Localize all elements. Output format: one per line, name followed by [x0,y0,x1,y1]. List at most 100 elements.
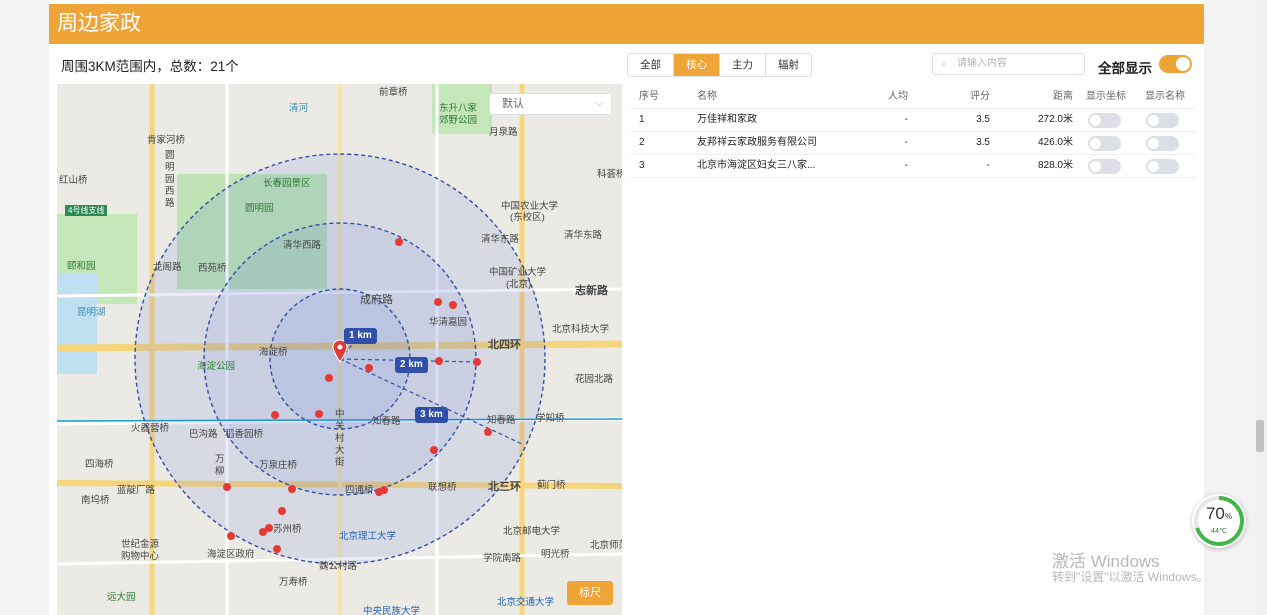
map-label: 科荟桥 [597,169,622,180]
map-label: (北京) [506,279,532,290]
map-label: 北京交通大学 [497,597,555,608]
map-label: 四海桥 [85,459,114,470]
summary-text: 周围3KM范围内，总数：21个 [61,59,239,74]
map-label: 北四环 [488,339,521,351]
map-label: 圆明园西路 [165,150,175,209]
page-title: 周边家政 [49,4,1204,44]
map-label: 学院南路 [483,553,522,564]
poi-marker[interactable] [430,446,438,454]
tab-all[interactable]: 全部 [628,54,674,76]
poi-marker[interactable] [473,358,481,366]
scale-button[interactable]: 标尺 [567,581,613,605]
row-no: 3 [639,160,645,171]
map-view[interactable]: 清河 前章桥 东升八家 郊野公园 月泉路 肯家河桥 圆明园西路 长春园景区 圆明… [57,84,622,615]
poi-marker[interactable] [484,428,492,436]
ring-label-2km: 2 km [395,357,428,373]
poi-marker[interactable] [395,238,403,246]
poi-marker[interactable] [449,301,457,309]
table-row[interactable]: 2 友邦祥云家政服务有限公司 - 3.5 426.0米 [630,132,1195,155]
poi-marker[interactable] [273,545,281,553]
map-label: 北京师范 [590,540,622,551]
header-no: 序号 [639,91,659,102]
map-label: (东校区) [510,212,545,223]
header-name: 名称 [697,91,717,102]
map-label: 远大园 [107,592,136,603]
map-label: 海淀公园 [197,361,236,372]
map-label: 知春路 [487,415,516,426]
search-input[interactable]: ⌕ 请输入内容 [932,53,1085,75]
poi-marker[interactable] [315,410,323,418]
map-label: 魏公村路 [319,561,358,572]
row-no: 2 [639,137,645,148]
poi-marker[interactable] [223,483,231,491]
ring-label-1km: 1 km [344,328,377,344]
map-label: 志新路 [575,285,608,297]
poi-marker[interactable] [278,507,286,515]
show-all-toggle[interactable] [1159,55,1192,73]
map-label: 清华东路 [481,234,520,245]
map-label: 圆明园 [245,203,274,214]
row-distance: 272.0米 [1037,114,1073,125]
table-row[interactable]: 3 北京市海淀区妇女三八家... - - 828.0米 [630,155,1195,178]
map-label: 万寿桥 [279,577,308,588]
scrollbar-thumb[interactable] [1256,420,1264,452]
page-panel: 周边家政 周围3KM范围内，总数：21个 清河 前章桥 东升八家 郊野公园 月泉… [49,0,1204,615]
tab-main[interactable]: 主力 [720,54,766,76]
map-label: 海淀区政府 [207,549,255,560]
map-label: 南坞桥 [81,495,110,506]
header-avg: 人均 [888,91,908,102]
show-coord-toggle[interactable] [1088,113,1121,128]
map-label: 郊野公园 [439,115,478,126]
row-score: 3.5 [976,114,990,125]
page-scrollbar[interactable] [1253,0,1267,615]
tab-core[interactable]: 核心 [674,54,720,76]
show-coord-toggle[interactable] [1088,136,1121,151]
map-label: 西苑桥 [198,263,227,274]
map-label: 万柳 [215,454,225,477]
map-label: 北京科技大学 [552,324,610,335]
toggle-knob [1090,138,1101,149]
map-label: 月泉路 [489,127,518,138]
row-name: 友邦祥云家政服务有限公司 [697,137,817,148]
poi-marker[interactable] [435,357,443,365]
poi-marker[interactable] [325,374,333,382]
table-row[interactable]: 1 万佳祥和家政 - 3.5 272.0米 [630,109,1195,132]
poi-marker[interactable] [259,528,267,536]
poi-marker[interactable] [365,364,373,372]
poi-marker[interactable] [227,532,235,540]
header-show-coord: 显示坐标 [1086,91,1126,102]
map-label: 龙阁路 [153,262,182,273]
show-coord-toggle[interactable] [1088,159,1121,174]
show-name-toggle[interactable] [1146,113,1179,128]
map-label: 万泉庄桥 [259,460,298,471]
map-label: 清华东路 [564,230,603,241]
row-distance: 426.0米 [1037,137,1073,148]
gauge-temperature: 44℃ [1211,528,1227,535]
result-table: 序号 名称 人均 评分 距离 显示坐标 显示名称 1 万佳祥和家政 - 3.5 … [630,86,1195,178]
map-label: 肯家河桥 [147,135,186,146]
lake [57,274,97,374]
row-no: 1 [639,114,645,125]
gauge-value: 70% [1205,504,1233,523]
poi-marker[interactable] [380,486,388,494]
map-label: 火器营桥 [131,423,170,434]
tab-radiate[interactable]: 辐射 [766,54,811,76]
map-label: 4号线支线 [65,205,108,216]
row-distance: 828.0米 [1037,160,1073,171]
show-name-toggle[interactable] [1146,159,1179,174]
map-label: 蓟门桥 [537,480,566,491]
map-label: 颐和园 [67,261,96,272]
poi-marker[interactable] [271,411,279,419]
map-label: 四通桥 [345,485,374,496]
performance-gauge[interactable]: 70% 44℃ [1192,494,1246,548]
poi-marker[interactable] [288,485,296,493]
map-label: 前章桥 [379,87,408,98]
map-style-select[interactable]: 默认 ⌵ [489,93,612,115]
map-label: 清河 [289,103,309,114]
show-name-toggle[interactable] [1146,136,1179,151]
map-label: 海淀桥 [259,347,288,358]
toggle-knob [1090,161,1101,172]
map-label: 购物中心 [121,551,160,562]
poi-marker[interactable] [434,298,442,306]
map-label: 红山桥 [59,175,88,186]
